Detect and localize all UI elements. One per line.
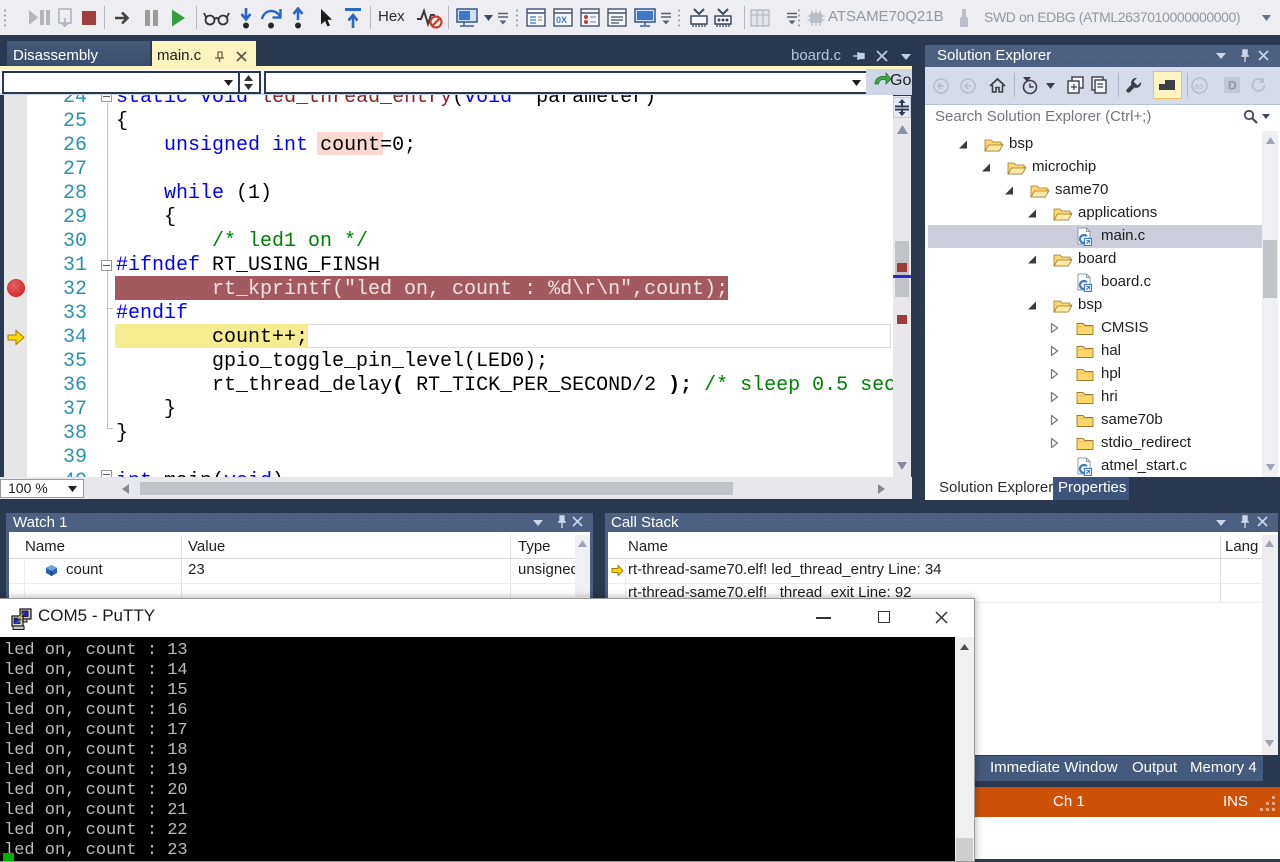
svg-text:D: D [1228,79,1237,93]
svg-text:as: as [1194,81,1204,91]
svg-text:0X: 0X [556,15,567,25]
